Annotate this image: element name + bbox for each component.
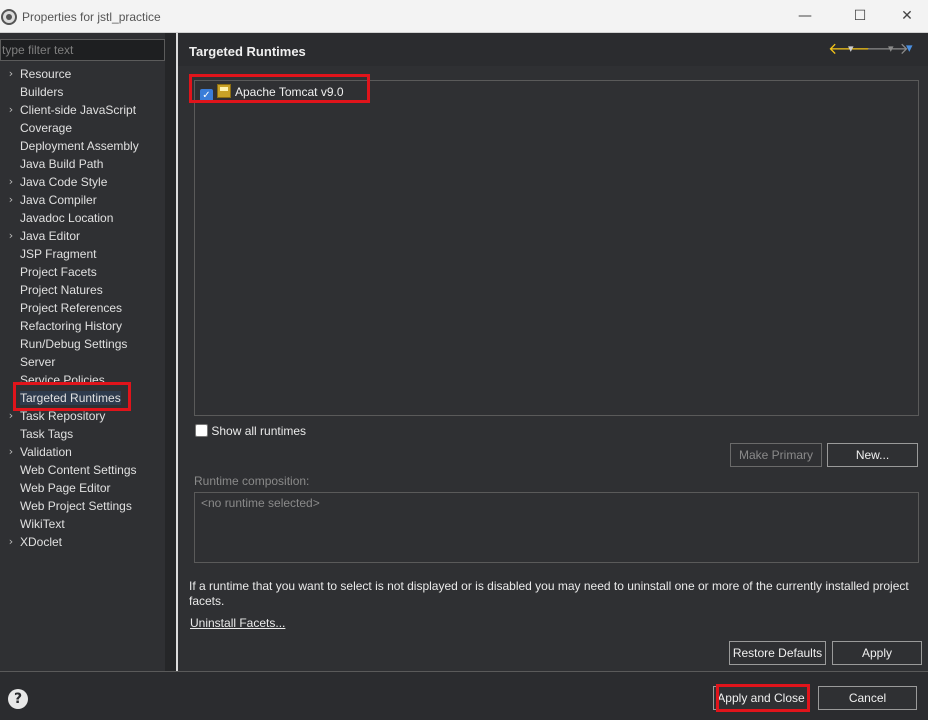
chevron-right-icon[interactable]: › bbox=[6, 101, 16, 119]
chevron-right-icon[interactable]: › bbox=[6, 173, 16, 191]
sidebar-item-label: Resource bbox=[20, 67, 72, 81]
page-title: Targeted Runtimes bbox=[189, 44, 306, 59]
sidebar-item-label: Java Code Style bbox=[20, 175, 108, 189]
sidebar-item[interactable]: Run/Debug Settings bbox=[0, 335, 165, 353]
sidebar-item-label: Task Repository bbox=[20, 409, 106, 423]
sidebar-item[interactable]: Web Project Settings bbox=[0, 497, 165, 515]
sidebar-item[interactable]: Web Page Editor bbox=[0, 479, 165, 497]
sidebar-item-label: Builders bbox=[20, 85, 64, 99]
chevron-right-icon[interactable]: › bbox=[6, 407, 16, 425]
checkbox-checked-icon[interactable]: ✓ bbox=[200, 89, 213, 102]
sidebar-item[interactable]: › Java Editor bbox=[0, 227, 165, 245]
sidebar-item[interactable]: › Client-side JavaScript bbox=[0, 101, 165, 119]
composition-empty-text: <no runtime selected> bbox=[201, 496, 320, 510]
sidebar-item-label: JSP Fragment bbox=[20, 247, 97, 261]
sidebar-item-label: Web Page Editor bbox=[20, 481, 111, 495]
cancel-button[interactable]: Cancel bbox=[818, 686, 917, 710]
eclipse-icon bbox=[1, 9, 17, 25]
show-all-label: Show all runtimes bbox=[211, 424, 307, 438]
uninstall-facets-link[interactable]: Uninstall Facets... bbox=[190, 616, 285, 630]
sidebar-item-label: Targeted Runtimes bbox=[20, 391, 121, 405]
tomcat-server-icon bbox=[217, 84, 231, 98]
sidebar-item-label: Run/Debug Settings bbox=[20, 337, 128, 351]
sidebar-item-label: WikiText bbox=[20, 517, 65, 531]
info-text: If a runtime that you want to select is … bbox=[189, 579, 909, 608]
runtime-composition-box: <no runtime selected> bbox=[194, 492, 919, 563]
composition-label: Runtime composition: bbox=[194, 474, 310, 488]
property-tree: › Resource Builders › Client-side JavaScript… bbox=[0, 65, 165, 551]
sidebar-item[interactable]: Service Policies bbox=[0, 371, 165, 389]
chevron-right-icon[interactable]: › bbox=[6, 65, 16, 83]
sidebar-item[interactable]: Targeted Runtimes bbox=[0, 389, 165, 407]
sidebar-item[interactable]: › XDoclet bbox=[0, 533, 165, 551]
chevron-right-icon[interactable]: › bbox=[6, 443, 16, 461]
show-all-runtimes-checkbox[interactable]: Show all runtimes bbox=[195, 423, 306, 439]
sidebar-item[interactable]: › Task Repository bbox=[0, 407, 165, 425]
minimize-button[interactable]: — bbox=[790, 5, 820, 27]
sidebar-item[interactable]: › Validation bbox=[0, 443, 165, 461]
sidebar: › Resource Builders › Client-side JavaScript… bbox=[0, 33, 177, 671]
chevron-right-icon[interactable]: › bbox=[6, 191, 16, 209]
sidebar-item-label: Refactoring History bbox=[20, 319, 123, 333]
sidebar-item[interactable]: Project Natures bbox=[0, 281, 165, 299]
sidebar-item-label: Validation bbox=[20, 445, 72, 459]
window-title: Properties for jstl_practice bbox=[22, 10, 161, 24]
sidebar-item[interactable]: › Java Code Style bbox=[0, 173, 165, 191]
checkbox-unchecked-icon[interactable] bbox=[195, 424, 208, 437]
sidebar-item[interactable]: Javadoc Location bbox=[0, 209, 165, 227]
sidebar-item-label: Client-side JavaScript bbox=[20, 103, 137, 117]
sidebar-item-label: Coverage bbox=[20, 121, 73, 135]
list-item[interactable]: ✓ Apache Tomcat v9.0 bbox=[200, 83, 344, 102]
sidebar-item-label: Java Editor bbox=[20, 229, 81, 243]
sidebar-item[interactable]: Task Tags bbox=[0, 425, 165, 443]
sidebar-item[interactable]: Project References bbox=[0, 299, 165, 317]
sidebar-item-label: Deployment Assembly bbox=[20, 139, 139, 153]
sidebar-item[interactable]: Builders bbox=[0, 83, 165, 101]
sidebar-item-label: Service Policies bbox=[20, 373, 105, 387]
sidebar-item-label: Server bbox=[20, 355, 56, 369]
sidebar-item[interactable]: Deployment Assembly bbox=[0, 137, 165, 155]
chevron-right-icon[interactable]: › bbox=[6, 227, 16, 245]
make-primary-button[interactable]: Make Primary bbox=[730, 443, 822, 467]
back-menu-icon[interactable]: ▾ bbox=[848, 40, 854, 58]
sidebar-item[interactable]: › Java Compiler bbox=[0, 191, 165, 209]
sidebar-item-label: Web Project Settings bbox=[20, 499, 132, 513]
sidebar-item[interactable]: WikiText bbox=[0, 515, 165, 533]
footer: ? Apply and Close Cancel bbox=[0, 672, 928, 720]
sidebar-item[interactable]: Java Build Path bbox=[0, 155, 165, 173]
runtime-label: Apache Tomcat v9.0 bbox=[235, 85, 344, 99]
new-runtime-button[interactable]: New... bbox=[827, 443, 918, 467]
apply-button[interactable]: Apply bbox=[832, 641, 922, 665]
close-button[interactable]: ✕ bbox=[892, 5, 922, 27]
page-header: Targeted Runtimes 🡐 ▾ 🡒 ▾ ▾ bbox=[178, 33, 928, 66]
sidebar-item[interactable]: Server bbox=[0, 353, 165, 371]
sidebar-item[interactable]: › Resource bbox=[0, 65, 165, 83]
apply-and-close-button[interactable]: Apply and Close bbox=[713, 686, 809, 710]
sidebar-item-label: Project References bbox=[20, 301, 123, 315]
restore-defaults-button[interactable]: Restore Defaults bbox=[729, 641, 826, 665]
sidebar-item[interactable]: Refactoring History bbox=[0, 317, 165, 335]
sidebar-item-label: Web Content Settings bbox=[20, 463, 137, 477]
sidebar-item[interactable]: Web Content Settings bbox=[0, 461, 165, 479]
forward-menu-icon[interactable]: ▾ bbox=[888, 40, 894, 58]
panel-divider[interactable] bbox=[176, 33, 178, 671]
sidebar-item-label: Project Facets bbox=[20, 265, 97, 279]
sidebar-item-label: Java Compiler bbox=[20, 193, 97, 207]
sidebar-item-label: XDoclet bbox=[20, 535, 63, 549]
sidebar-item-label: Java Build Path bbox=[20, 157, 104, 171]
chevron-right-icon[interactable]: › bbox=[6, 533, 16, 551]
maximize-button[interactable]: ☐ bbox=[845, 5, 875, 27]
help-icon[interactable]: ? bbox=[8, 689, 28, 709]
sidebar-item-label: Project Natures bbox=[20, 283, 103, 297]
sidebar-item[interactable]: Project Facets bbox=[0, 263, 165, 281]
title-bar: Properties for jstl_practice — ☐ ✕ bbox=[0, 0, 928, 33]
sidebar-item-label: Javadoc Location bbox=[20, 211, 114, 225]
sidebar-item[interactable]: Coverage bbox=[0, 119, 165, 137]
filter-input[interactable] bbox=[0, 39, 165, 61]
sidebar-item-label: Task Tags bbox=[20, 427, 74, 441]
runtimes-list[interactable]: ✓ Apache Tomcat v9.0 bbox=[194, 80, 919, 416]
sidebar-item[interactable]: JSP Fragment bbox=[0, 245, 165, 263]
view-menu-icon[interactable]: ▾ bbox=[906, 40, 913, 58]
